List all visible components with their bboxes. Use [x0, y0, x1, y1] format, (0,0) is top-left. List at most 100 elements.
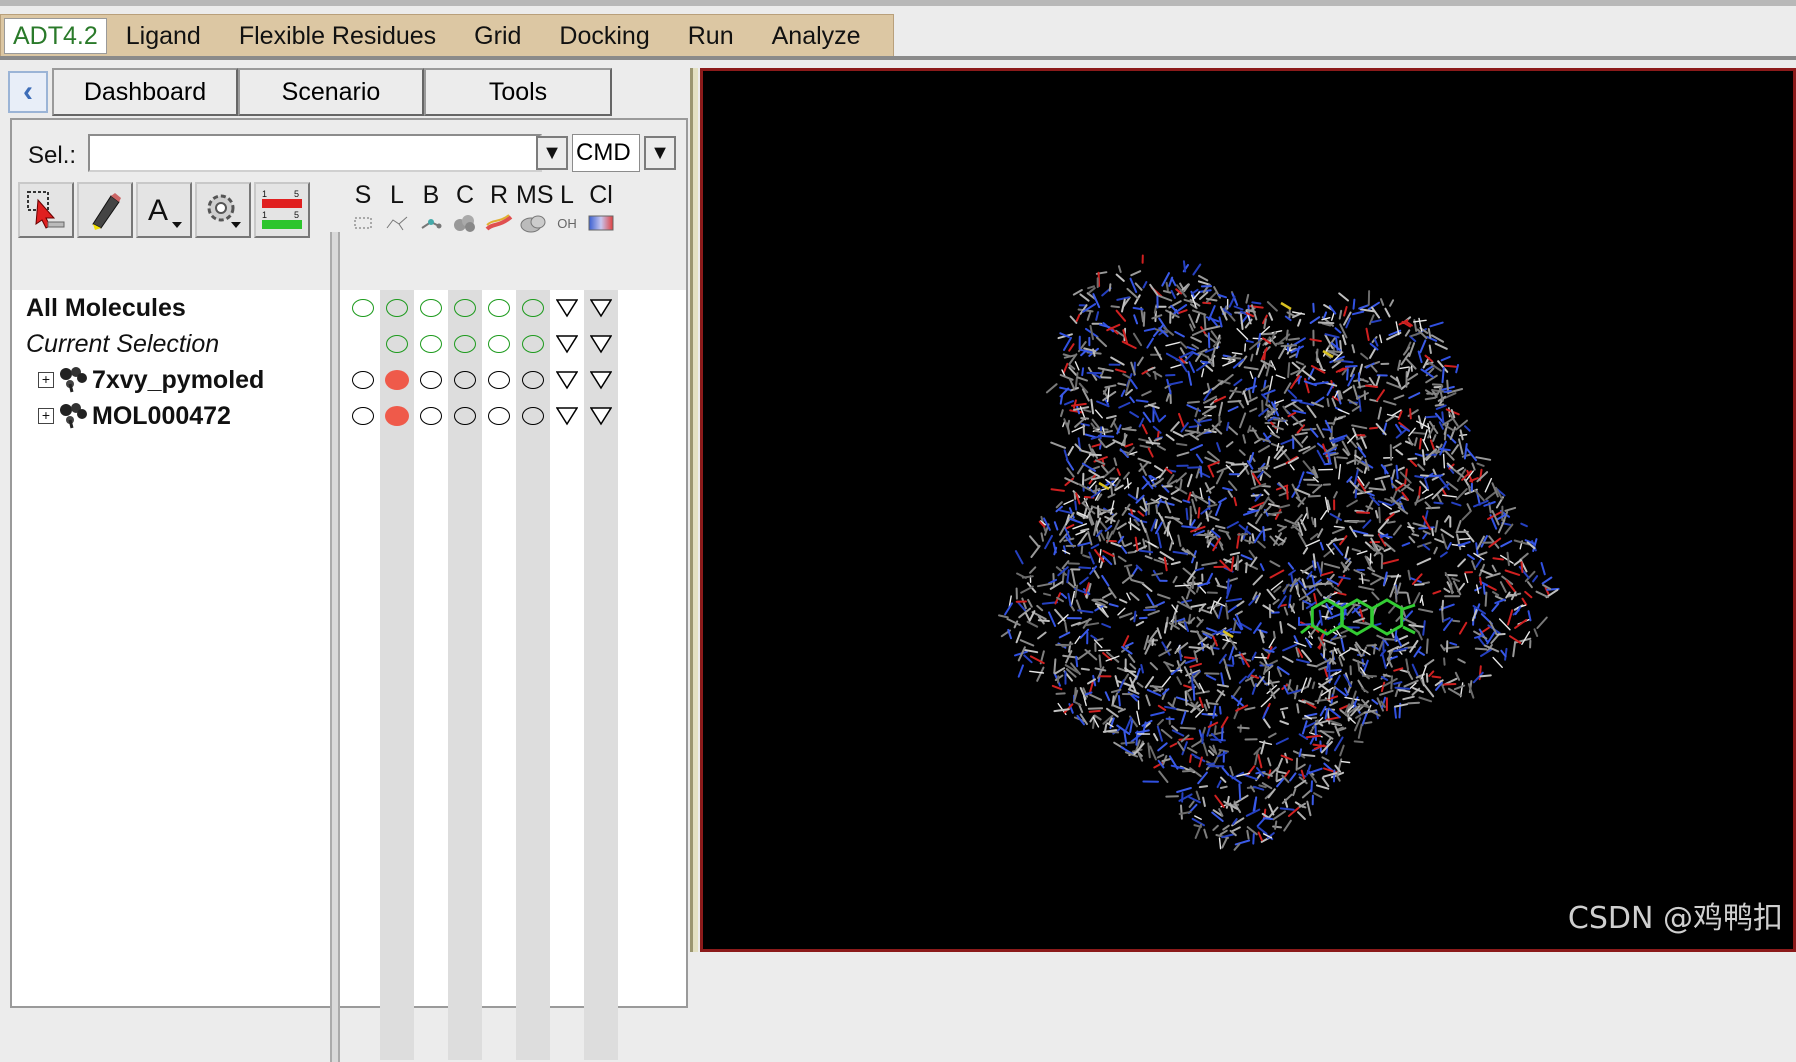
- watermark-text: CSDN @鸡鸭扣: [1568, 893, 1783, 937]
- selection-label: Sel.:: [28, 142, 76, 170]
- tab-tools[interactable]: Tools: [424, 68, 612, 116]
- display-toggle[interactable]: [414, 290, 448, 326]
- display-toggle[interactable]: [516, 326, 550, 362]
- display-toggle[interactable]: [448, 290, 482, 326]
- selection-cursor-icon: [24, 188, 68, 232]
- menu-docking[interactable]: Docking: [540, 15, 668, 57]
- toggle-off-green-icon: [522, 299, 544, 317]
- svg-text:1: 1: [262, 210, 267, 220]
- menu-flexible-residues[interactable]: Flexible Residues: [220, 15, 455, 57]
- column-header-label[interactable]: L OH: [550, 180, 584, 240]
- display-toggle[interactable]: [448, 326, 482, 362]
- display-toggle[interactable]: [584, 326, 618, 362]
- column-header-surface[interactable]: MS: [516, 180, 550, 240]
- menu-adt[interactable]: ADT4.2: [4, 18, 107, 54]
- command-mode-select[interactable]: CMD: [572, 134, 640, 172]
- menu-strip: ADT4.2 Ligand Flexible Residues Grid Doc…: [0, 14, 894, 58]
- dropdown-arrow-icon: ▼: [650, 142, 670, 165]
- display-toggle[interactable]: [380, 362, 414, 398]
- display-column-ribbon: [482, 290, 516, 1060]
- display-toggle[interactable]: [550, 290, 584, 326]
- label-tool-button[interactable]: A: [136, 182, 192, 238]
- settings-tool-button[interactable]: [195, 182, 251, 238]
- triangle-menu-icon: [590, 370, 612, 390]
- column-header-ribbon[interactable]: R: [482, 180, 516, 240]
- display-toggle[interactable]: [346, 290, 380, 326]
- protein-wireframe: [999, 256, 1559, 850]
- collapse-dashboard-button[interactable]: ‹: [8, 71, 48, 113]
- triangle-menu-icon: [590, 298, 612, 318]
- toggle-off-green-icon: [488, 299, 510, 317]
- toggle-off-green-icon: [386, 335, 408, 353]
- menu-analyze[interactable]: Analyze: [753, 15, 880, 57]
- column-header-show[interactable]: S: [346, 180, 380, 240]
- color-icon: [587, 214, 615, 232]
- expand-icon[interactable]: +: [38, 408, 54, 424]
- column-letter: B: [414, 180, 448, 210]
- display-toggle[interactable]: [584, 362, 618, 398]
- toggle-off-green-icon: [420, 299, 442, 317]
- display-toggle[interactable]: [482, 398, 516, 434]
- pick-tool-button[interactable]: [77, 182, 133, 238]
- dashboard-tabbar: ‹ Dashboard Scenario Tools: [8, 68, 612, 116]
- tree-label: All Molecules: [26, 290, 186, 326]
- display-toggle[interactable]: [550, 362, 584, 398]
- sequence-viewer-button[interactable]: 1 5 1 5: [254, 182, 310, 238]
- tree-row-current-selection[interactable]: Current Selection: [26, 326, 326, 362]
- display-toggle[interactable]: [414, 398, 448, 434]
- sequence-bars-icon: 1 5 1 5: [260, 188, 304, 232]
- tab-scenario[interactable]: Scenario: [238, 68, 424, 116]
- triangle-menu-icon: [556, 334, 578, 354]
- tree-label: MOL000472: [92, 398, 231, 434]
- display-toggle[interactable]: [346, 362, 380, 398]
- display-toggle[interactable]: [482, 362, 516, 398]
- display-toggle[interactable]: [414, 362, 448, 398]
- display-column-select-box: [346, 290, 380, 1060]
- menu-ligand[interactable]: Ligand: [107, 15, 220, 57]
- selection-input[interactable]: [88, 134, 542, 172]
- toggle-off-icon: [454, 371, 476, 389]
- toggle-off-green-icon: [488, 335, 510, 353]
- display-toggle[interactable]: [584, 398, 618, 434]
- display-toggle[interactable]: [516, 398, 550, 434]
- display-toggle[interactable]: [380, 326, 414, 362]
- display-toggle[interactable]: [448, 398, 482, 434]
- svg-text:5: 5: [294, 189, 299, 199]
- display-column-surface: [516, 290, 550, 1060]
- column-header-color[interactable]: Cl: [584, 180, 618, 240]
- tree-row-molecule-7xvy[interactable]: + 7xvy_pymoled: [26, 362, 326, 398]
- display-toggle[interactable]: [380, 290, 414, 326]
- display-toggle[interactable]: [516, 290, 550, 326]
- tab-dashboard[interactable]: Dashboard: [52, 68, 238, 116]
- column-letter: MS: [516, 180, 550, 210]
- display-toggle[interactable]: [584, 290, 618, 326]
- display-toggle[interactable]: [448, 362, 482, 398]
- display-toggle[interactable]: [414, 326, 448, 362]
- command-mode-dropdown-button[interactable]: ▼: [644, 136, 676, 170]
- viewer-splitter[interactable]: [690, 68, 698, 952]
- column-header-lines[interactable]: L: [380, 180, 414, 240]
- display-toggle[interactable]: [516, 362, 550, 398]
- display-toggle[interactable]: [482, 326, 516, 362]
- molecule-tree: All Molecules Current Selection + 7xvy_p…: [26, 290, 326, 434]
- expand-icon[interactable]: +: [38, 372, 54, 388]
- column-header-cpk[interactable]: C: [448, 180, 482, 240]
- menu-grid[interactable]: Grid: [455, 15, 540, 57]
- triangle-menu-icon: [556, 406, 578, 426]
- toggle-off-green-icon: [522, 335, 544, 353]
- column-header-ball-stick[interactable]: B: [414, 180, 448, 240]
- display-toggle[interactable]: [550, 326, 584, 362]
- display-toggle[interactable]: [380, 398, 414, 434]
- display-toggle[interactable]: [550, 398, 584, 434]
- tree-row-molecule-mol000472[interactable]: + MOL000472: [26, 398, 326, 434]
- menu-run[interactable]: Run: [669, 15, 753, 57]
- select-tool-button[interactable]: [18, 182, 74, 238]
- 3d-viewer[interactable]: CSDN @鸡鸭扣: [700, 68, 1796, 952]
- tree-row-all-molecules[interactable]: All Molecules: [26, 290, 326, 326]
- tree-splitter[interactable]: [330, 232, 340, 1062]
- toggle-off-icon: [454, 407, 476, 425]
- selection-dropdown-button[interactable]: ▼: [536, 136, 568, 170]
- display-toggle[interactable]: [346, 398, 380, 434]
- display-toggle[interactable]: [482, 290, 516, 326]
- text-label-icon: A: [142, 188, 186, 232]
